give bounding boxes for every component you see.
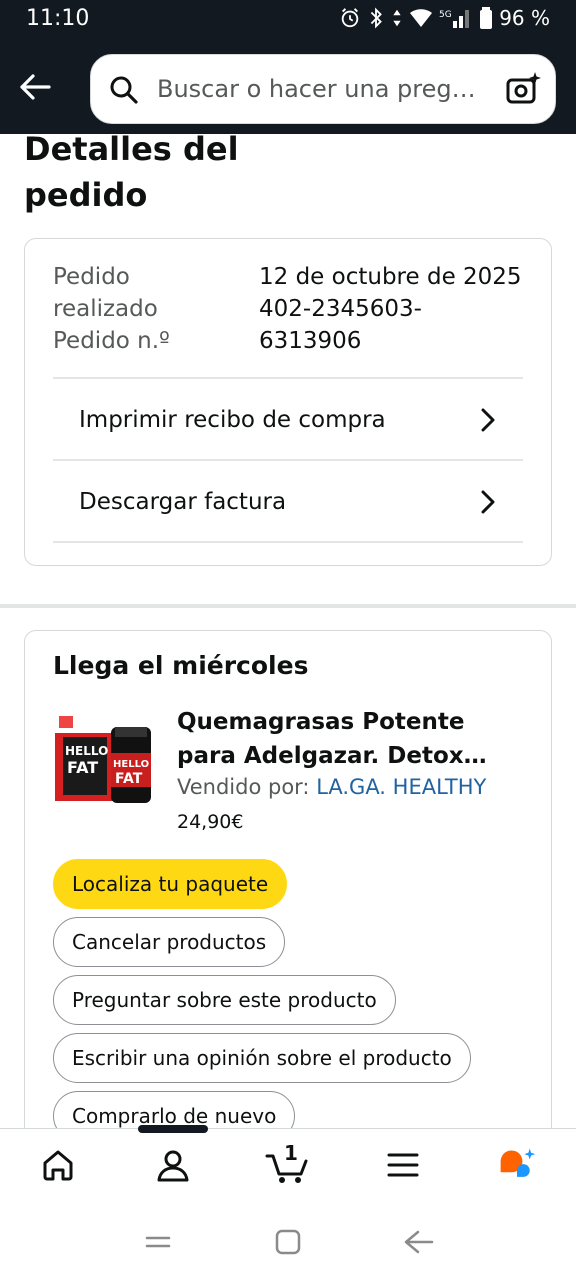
sold-by-label: Vendido por: <box>177 775 317 799</box>
svg-text:HELLO: HELLO <box>65 744 108 758</box>
print-receipt-label: Imprimir recibo de compra <box>79 407 386 433</box>
sold-by: Vendido por: LA.GA. HEALTHY <box>177 775 486 799</box>
order-labels: Pedido realizado Pedido n.º <box>53 261 243 357</box>
cart-count: 1 <box>284 1141 298 1165</box>
search-icon <box>110 76 138 104</box>
svg-text:HELLO: HELLO <box>113 759 149 770</box>
order-placed-date: 12 de octubre de 2025 <box>259 264 522 290</box>
search-placeholder: Buscar o hacer una pregunta <box>157 75 487 103</box>
ask-product-question-button[interactable]: Preguntar sobre este producto <box>53 975 396 1025</box>
nav-home[interactable] <box>38 1145 78 1185</box>
delivery-card: Llega el miércoles HELLO FAT HELLO FAT Q… <box>24 630 552 1128</box>
nav-rufus-ai[interactable] <box>497 1145 537 1185</box>
delivery-title: Llega el miércoles <box>53 651 309 680</box>
home-square-icon <box>275 1229 301 1255</box>
recent-apps-icon <box>145 1236 171 1248</box>
section-separator <box>0 604 576 608</box>
wifi-icon <box>410 9 433 27</box>
back-arrow-icon <box>20 74 51 100</box>
order-number-label: Pedido n.º <box>53 328 170 354</box>
download-invoice-link[interactable]: Descargar factura <box>53 461 523 543</box>
svg-text:5G: 5G <box>439 10 452 20</box>
nav-menu[interactable] <box>383 1145 423 1185</box>
app-header: Buscar o hacer una pregunta <box>0 38 576 134</box>
order-details-page: Detalles del pedido Pedido realizado Ped… <box>0 134 576 1128</box>
active-tab-indicator <box>138 1125 208 1133</box>
order-number-line1: 402-2345603- <box>259 296 422 322</box>
account-icon <box>157 1150 189 1182</box>
data-transfer-icon <box>393 9 401 27</box>
search-input[interactable]: Buscar o hacer una pregunta <box>90 54 556 124</box>
chevron-right-icon <box>481 408 495 432</box>
battery-percent: 96 % <box>499 6 550 30</box>
buy-again-button[interactable]: Comprarlo de nuevo <box>53 1091 296 1128</box>
product-price: 24,90€ <box>177 811 244 833</box>
back-chevron-icon <box>404 1230 434 1254</box>
nav-account[interactable] <box>153 1145 193 1185</box>
divider <box>53 541 523 543</box>
recent-apps-button[interactable] <box>140 1224 176 1260</box>
back-button[interactable] <box>14 66 56 108</box>
battery-icon <box>480 7 493 29</box>
order-placed-label-line1: Pedido <box>53 264 130 290</box>
product-title[interactable]: Quemagrasas Potente para Adelgazar. Deto… <box>177 705 529 773</box>
seller-link[interactable]: LA.GA. HEALTHY <box>316 775 486 799</box>
cancel-items-button[interactable]: Cancelar productos <box>53 917 286 967</box>
alarm-icon <box>341 8 359 28</box>
write-review-button[interactable]: Escribir una opinión sobre el producto <box>53 1033 471 1083</box>
status-bar: 11:10 5G 96 % <box>0 0 576 38</box>
camera-search-icon[interactable] <box>505 71 541 107</box>
menu-icon <box>387 1153 419 1177</box>
system-nav-bar <box>0 1202 576 1280</box>
bluetooth-icon <box>370 7 383 29</box>
signal-5g-icon: 5G <box>439 10 470 28</box>
bottom-nav: 1 <box>0 1125 576 1202</box>
rufus-ai-icon <box>500 1148 536 1177</box>
track-package-button[interactable]: Localiza tu paquete <box>53 859 288 909</box>
chevron-right-icon <box>481 490 495 514</box>
back-system-button[interactable] <box>400 1224 436 1260</box>
print-receipt-link[interactable]: Imprimir recibo de compra <box>53 379 523 461</box>
svg-text:FAT: FAT <box>115 771 143 787</box>
order-values: 12 de octubre de 2025 402-2345603- 63139… <box>259 261 539 357</box>
status-icons: 5G 96 % <box>339 6 550 30</box>
home-icon <box>43 1150 73 1181</box>
product-image[interactable]: HELLO FAT HELLO FAT <box>53 707 153 807</box>
order-placed-label-line2: realizado <box>53 296 158 322</box>
page-title: Detalles del pedido <box>24 134 239 214</box>
home-system-button[interactable] <box>270 1224 306 1260</box>
svg-text:FAT: FAT <box>67 758 98 777</box>
download-invoice-label: Descargar factura <box>79 489 287 515</box>
order-summary-card: Pedido realizado Pedido n.º 12 de octubr… <box>24 238 552 566</box>
order-number-line2: 6313906 <box>259 328 362 354</box>
status-time: 11:10 <box>26 6 90 31</box>
